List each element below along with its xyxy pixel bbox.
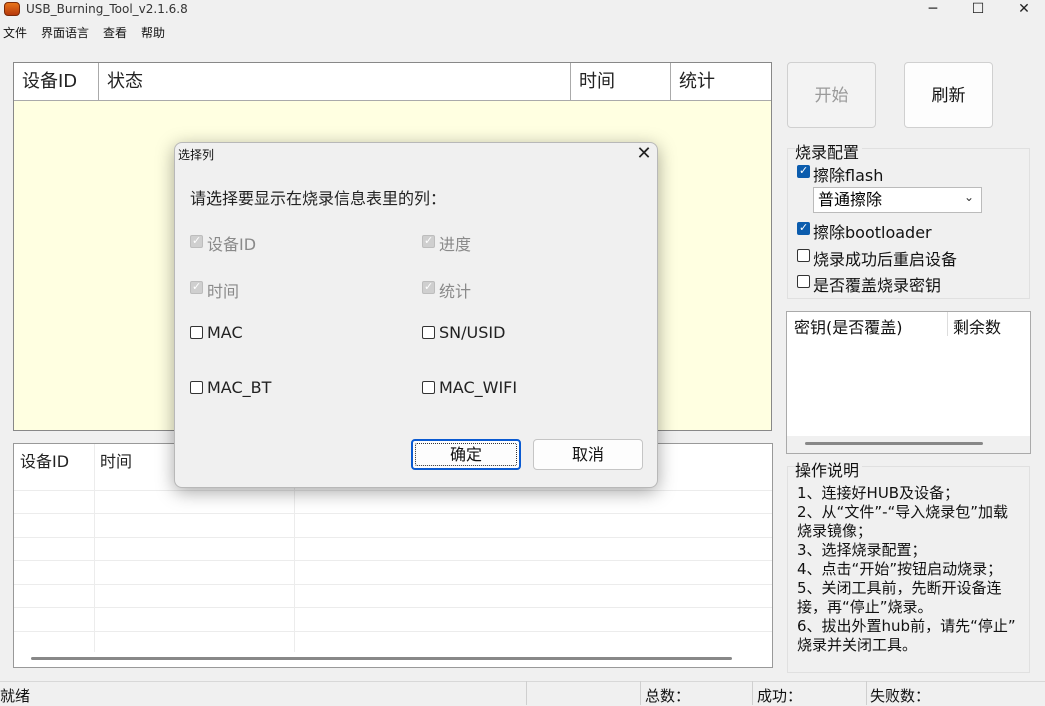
ok-button[interactable]: 确定	[411, 439, 521, 470]
table-row	[14, 537, 772, 538]
help-line: 4、点击“开始”按钮启动烧录；	[797, 560, 1003, 578]
option-mac-bt-label[interactable]: MAC_BT	[207, 378, 271, 397]
table-row	[14, 490, 772, 491]
help-line: 3、选择烧录配置；	[797, 541, 927, 559]
option-stats-label: 统计	[439, 282, 472, 301]
table-row	[14, 631, 772, 632]
log-column-device-id: 设备ID	[20, 452, 70, 471]
help-line: 2、从“文件”-“导入烧录包”加载	[797, 503, 1009, 521]
option-stats-checkbox	[422, 280, 435, 294]
option-mac-checkbox[interactable]	[190, 326, 203, 339]
table-row	[14, 560, 772, 561]
overwrite-key-label: 是否覆盖烧录密钥	[813, 276, 942, 295]
cancel-button[interactable]: 取消	[533, 439, 643, 470]
option-sn-usid-label[interactable]: SN/USID	[439, 323, 505, 342]
option-mac-bt-checkbox[interactable]	[190, 381, 203, 394]
status-divider	[640, 681, 641, 705]
dialog-title: 选择列	[178, 148, 215, 162]
erase-bootloader-checkbox[interactable]	[797, 221, 810, 235]
option-mac-label[interactable]: MAC	[207, 323, 243, 342]
column-stats[interactable]: 统计	[671, 63, 771, 101]
key-table-column-key: 密钥(是否覆盖)	[794, 318, 903, 337]
menu-file[interactable]: 文件	[3, 24, 27, 41]
reboot-after-label: 烧录成功后重启设备	[813, 250, 958, 269]
menu-help[interactable]: 帮助	[141, 24, 165, 41]
start-button[interactable]: 开始	[787, 62, 876, 128]
burn-config-title: 烧录配置	[795, 139, 863, 163]
option-sn-usid-checkbox[interactable]	[422, 326, 435, 339]
erase-bootloader-label: 擦除bootloader	[813, 223, 932, 242]
status-failed: 失败数：	[870, 687, 931, 705]
status-divider	[526, 681, 527, 705]
status-divider	[866, 681, 867, 705]
erase-flash-label: 擦除flash	[813, 166, 884, 185]
refresh-button[interactable]: 刷新	[904, 62, 993, 128]
option-time-label: 时间	[207, 282, 240, 301]
option-progress-checkbox	[422, 234, 435, 248]
help-title: 操作说明	[795, 457, 863, 481]
column-time[interactable]: 时间	[571, 63, 671, 101]
dialog-close-icon[interactable]: ✕	[634, 143, 654, 164]
status-ready: 就绪	[0, 687, 31, 705]
menu-language[interactable]: 界面语言	[41, 24, 89, 41]
key-table-divider	[947, 312, 948, 336]
app-icon	[4, 2, 20, 16]
option-device-id-label: 设备ID	[207, 235, 257, 254]
overwrite-key-checkbox[interactable]	[797, 275, 810, 288]
help-line: 1、连接好HUB及设备；	[797, 484, 960, 502]
help-line: 烧录并关闭工具。	[797, 636, 918, 654]
key-table-column-remaining: 剩余数	[953, 318, 1002, 337]
status-success: 成功：	[757, 687, 803, 705]
erase-flash-checkbox[interactable]	[797, 164, 810, 178]
help-line: 6、拔出外置hub前，请先“停止”	[797, 617, 1016, 635]
maximize-button[interactable]: ☐	[955, 0, 1001, 20]
column-device-id[interactable]: 设备ID	[14, 63, 99, 101]
help-line: 烧录镜像；	[797, 522, 873, 540]
menu-view[interactable]: 查看	[103, 24, 127, 41]
status-total: 总数：	[645, 687, 691, 705]
status-divider	[752, 681, 753, 705]
option-device-id-checkbox	[190, 234, 203, 248]
option-mac-wifi-checkbox[interactable]	[422, 381, 435, 394]
key-table-scrollbar[interactable]	[805, 442, 983, 445]
chevron-down-icon: ⌄	[964, 190, 975, 204]
close-button[interactable]: ✕	[1001, 0, 1045, 20]
column-status[interactable]: 状态	[99, 63, 571, 101]
log-column-divider	[94, 444, 95, 652]
help-line: 5、关闭工具前，先断开设备连	[797, 579, 1002, 597]
log-horizontal-scrollbar[interactable]	[31, 657, 732, 660]
table-row	[14, 584, 772, 585]
table-row	[14, 607, 772, 608]
reboot-after-checkbox[interactable]	[797, 249, 810, 262]
erase-mode-select[interactable]: 普通擦除	[813, 187, 982, 213]
log-column-time: 时间	[100, 452, 133, 471]
help-line: 接，再“停止”烧录。	[797, 598, 933, 616]
window-title: USB_Burning_Tool_v2.1.6.8	[26, 2, 188, 16]
option-mac-wifi-label[interactable]: MAC_WIFI	[439, 378, 517, 397]
erase-mode-value: 普通擦除	[818, 190, 883, 209]
option-time-checkbox	[190, 280, 203, 294]
dialog-prompt: 请选择要显示在烧录信息表里的列：	[190, 189, 447, 208]
minimize-button[interactable]: ─	[910, 0, 956, 20]
table-row	[14, 513, 772, 514]
option-progress-label: 进度	[439, 235, 472, 254]
